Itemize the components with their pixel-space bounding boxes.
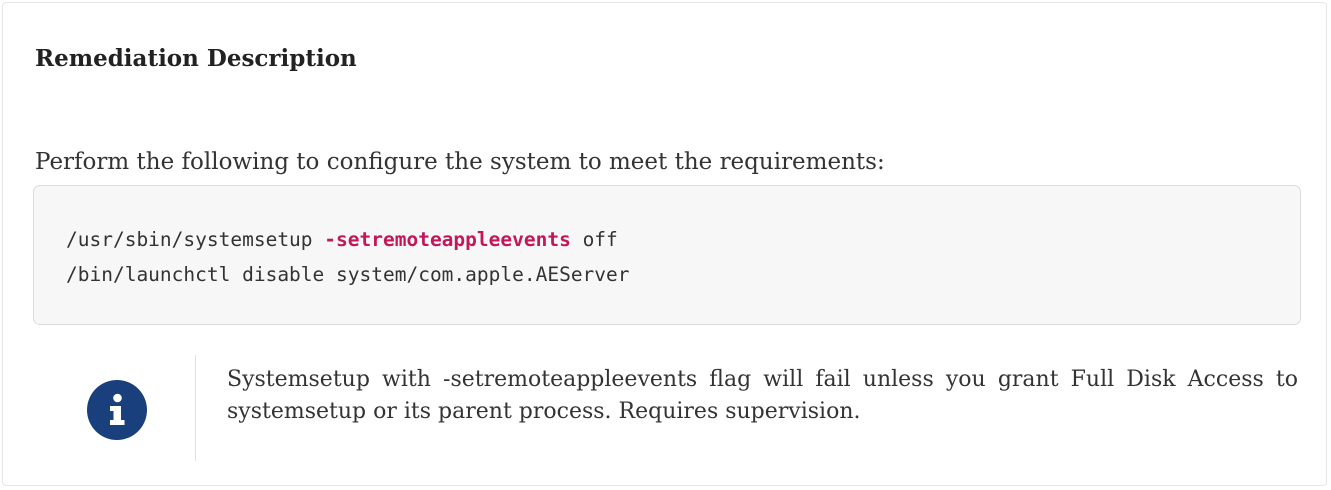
note-icon-cell <box>33 355 196 461</box>
code-flag: -setremoteappleevents <box>324 228 571 251</box>
code-line-1: /usr/sbin/systemsetup -setremoteappleeve… <box>66 222 1268 257</box>
note-text: Systemsetup with -setremoteappleevents f… <box>227 367 1298 424</box>
intro-paragraph: Perform the following to configure the s… <box>35 149 885 175</box>
code-command: /usr/sbin/systemsetup <box>66 228 325 251</box>
info-circle-icon <box>87 380 147 440</box>
admonition-note: Systemsetup with -setremoteappleevents f… <box>33 355 1301 461</box>
code-argument: off <box>570 228 618 251</box>
code-block[interactable]: /usr/sbin/systemsetup -setremoteappleeve… <box>33 185 1301 325</box>
remediation-panel: Remediation Description Perform the foll… <box>2 2 1327 486</box>
code-line-2: /bin/launchctl disable system/com.apple.… <box>66 263 630 286</box>
section-title: Remediation Description <box>35 45 357 72</box>
